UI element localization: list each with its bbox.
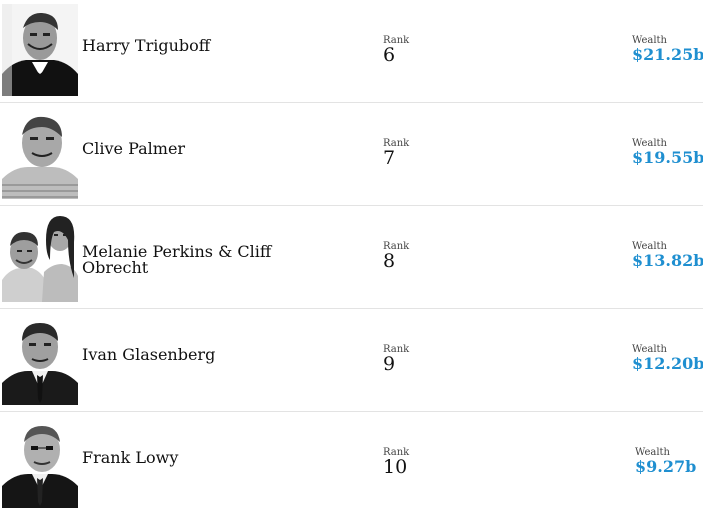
rank-value: 10 <box>383 456 408 478</box>
wealth-value: $12.20b <box>632 354 703 373</box>
person-name: Melanie Perkins & Cliff Obrecht <box>82 242 272 277</box>
person-portrait-icon <box>2 416 78 508</box>
person-name: Frank Lowy <box>82 448 179 467</box>
wealth-value: $21.25b <box>632 45 703 64</box>
person-portrait-icon <box>2 4 78 96</box>
rich-list: Harry Triguboff Rank 6 Wealth $21.25b Cl… <box>0 0 703 511</box>
list-item[interactable]: Frank Lowy Rank 10 Wealth $9.27b <box>0 412 703 515</box>
rank-value: 7 <box>383 147 396 169</box>
person-name: Harry Triguboff <box>82 36 211 55</box>
person-portrait-icon <box>2 313 78 405</box>
person-name: Clive Palmer <box>82 139 186 158</box>
couple-portrait-icon <box>2 210 78 302</box>
list-item[interactable]: Melanie Perkins & Cliff Obrecht Rank 8 W… <box>0 206 703 309</box>
rank-value: 9 <box>383 353 396 375</box>
person-name: Ivan Glasenberg <box>82 345 216 364</box>
wealth-value: $19.55b <box>632 148 703 167</box>
list-item[interactable]: Clive Palmer Rank 7 Wealth $19.55b <box>0 103 703 206</box>
wealth-value: $13.82b <box>632 251 703 270</box>
list-item[interactable]: Harry Triguboff Rank 6 Wealth $21.25b <box>0 0 703 103</box>
wealth-value: $9.27b <box>635 457 697 476</box>
person-portrait-icon <box>2 107 78 199</box>
rank-value: 6 <box>383 44 396 66</box>
rank-value: 8 <box>383 250 396 272</box>
list-item[interactable]: Ivan Glasenberg Rank 9 Wealth $12.20b <box>0 309 703 412</box>
